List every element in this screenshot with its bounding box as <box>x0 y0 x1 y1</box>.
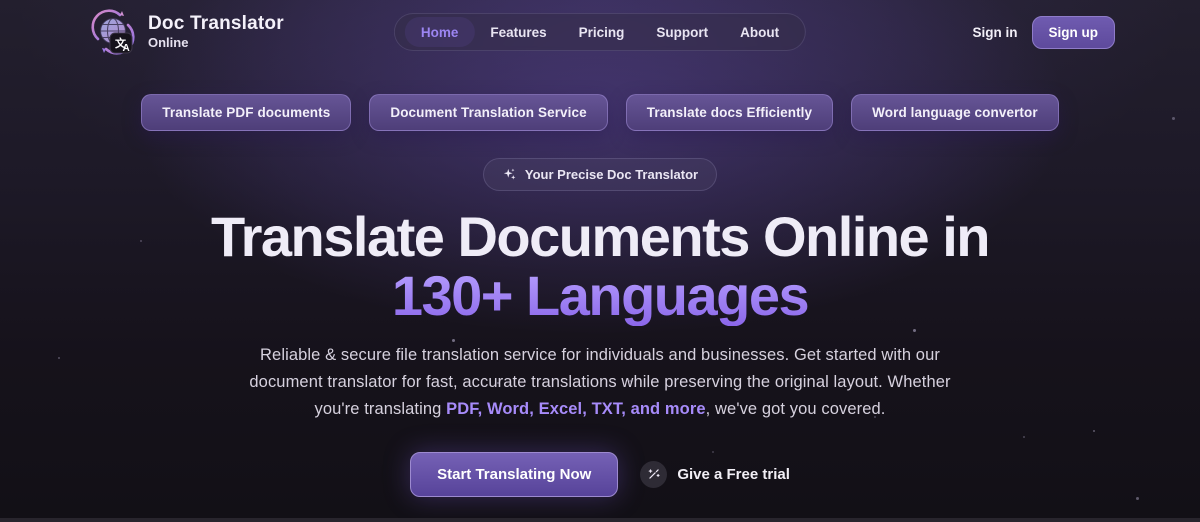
nav-item-home[interactable]: Home <box>405 17 475 47</box>
header-actions: Sign in Sign up <box>973 16 1116 49</box>
star-dot <box>913 329 916 332</box>
star-dot <box>629 380 631 382</box>
globe-translate-icon: 文 A <box>90 9 136 55</box>
main-nav: Home Features Pricing Support About <box>394 13 806 51</box>
star-dot <box>712 451 714 453</box>
pill-word-language-convertor[interactable]: Word language convertor <box>851 94 1059 131</box>
star-dot <box>1093 430 1095 432</box>
brand-text: Doc Translator Online <box>148 14 284 50</box>
star-dot <box>58 357 60 359</box>
hero-title: Translate Documents Online in 130+ Langu… <box>0 207 1200 326</box>
sign-in-link[interactable]: Sign in <box>973 25 1018 40</box>
brand[interactable]: 文 A Doc Translator Online <box>90 9 284 55</box>
pill-translate-efficiently[interactable]: Translate docs Efficiently <box>626 94 833 131</box>
free-trial-link[interactable]: Give a Free trial <box>640 461 790 488</box>
svg-text:A: A <box>123 43 130 54</box>
star-dot <box>874 416 876 418</box>
star-dot <box>497 382 499 384</box>
sign-up-button[interactable]: Sign up <box>1032 16 1116 49</box>
nav-item-support[interactable]: Support <box>640 17 724 47</box>
wand-icon <box>640 461 667 488</box>
hero-title-line2: 130+ Languages <box>0 266 1200 325</box>
nav-item-pricing[interactable]: Pricing <box>563 17 641 47</box>
brand-subtitle: Online <box>148 36 284 50</box>
star-dot <box>452 339 455 342</box>
nav-item-about[interactable]: About <box>724 17 795 47</box>
pill-translate-pdf[interactable]: Translate PDF documents <box>141 94 351 131</box>
hero-badge: Your Precise Doc Translator <box>483 158 717 191</box>
hero-section: Translate PDF documents Document Transla… <box>0 94 1200 497</box>
start-translating-button[interactable]: Start Translating Now <box>410 452 618 497</box>
keyword-pills-row: Translate PDF documents Document Transla… <box>0 94 1200 131</box>
section-divider <box>0 518 1200 522</box>
sparkles-icon <box>502 167 517 182</box>
description-highlight: PDF, Word, Excel, TXT, and more <box>446 400 706 418</box>
description-text-end: , we've got you covered. <box>706 400 886 418</box>
free-trial-label: Give a Free trial <box>677 466 790 483</box>
star-dot <box>1172 117 1175 120</box>
hero-badge-label: Your Precise Doc Translator <box>525 167 698 182</box>
cta-row: Start Translating Now Give a Free trial <box>0 452 1200 497</box>
nav-item-features[interactable]: Features <box>474 17 562 47</box>
star-dot <box>1136 497 1139 500</box>
pill-doc-translation-service[interactable]: Document Translation Service <box>369 94 607 131</box>
hero-description: Reliable & secure file translation servi… <box>225 342 975 423</box>
brand-title: Doc Translator <box>148 14 284 34</box>
header: 文 A Doc Translator Online Home Features … <box>0 0 1200 64</box>
star-dot <box>140 240 142 242</box>
star-dot <box>1023 436 1025 438</box>
hero-title-line1: Translate Documents Online in <box>0 207 1200 266</box>
